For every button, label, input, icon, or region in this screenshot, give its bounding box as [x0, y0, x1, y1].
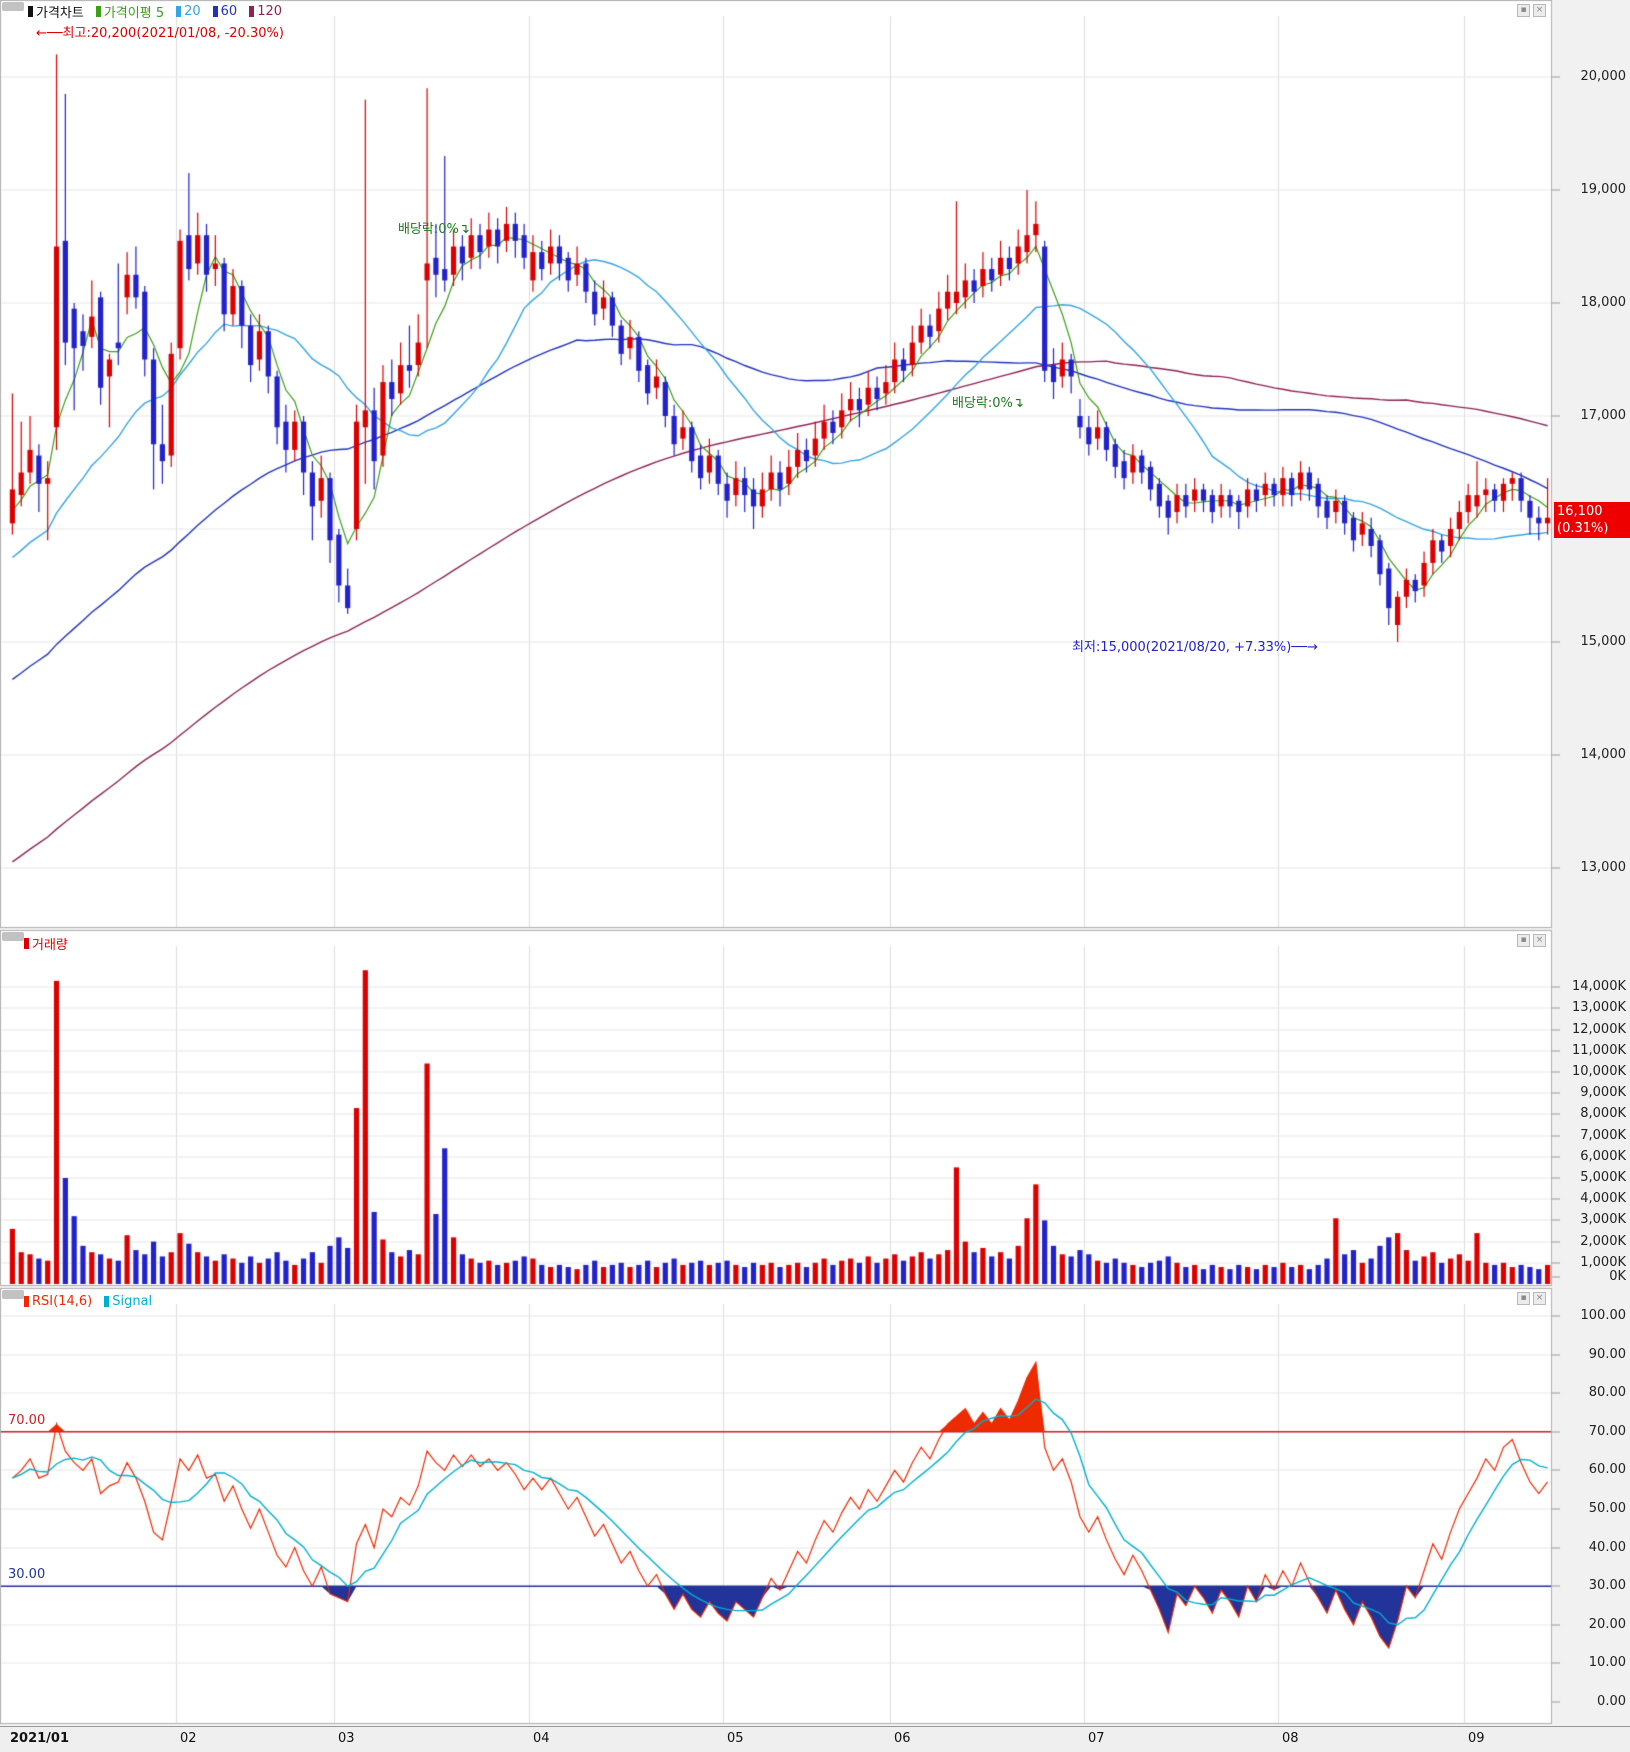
x-axis-label: 06	[894, 1731, 911, 1746]
ma60-label: 60	[220, 3, 238, 19]
rsi-marker	[24, 1295, 29, 1307]
rsi-legend: RSI(14,6) Signal	[24, 1293, 152, 1309]
x-axis-label: 08	[1282, 1731, 1299, 1746]
current-price-badge: 16,100 (0.31%)	[1554, 502, 1630, 538]
legend-signal[interactable]: Signal	[104, 1294, 152, 1309]
y-axis-label: 4,000K	[1580, 1191, 1626, 1207]
price-panel-close-icon[interactable]: ×	[1533, 4, 1546, 17]
x-axis-label: 07	[1088, 1731, 1105, 1746]
y-axis-label: 80.00	[1588, 1385, 1626, 1401]
x-axis-label: 03	[338, 1731, 355, 1746]
x-axis-label: 09	[1468, 1731, 1485, 1746]
y-axis-label: 17,000	[1580, 408, 1627, 423]
y-axis-label: 100.00	[1580, 1308, 1627, 1323]
volume-label: 거래량	[32, 937, 68, 953]
volume-panel-handle[interactable]	[2, 932, 24, 941]
x-axis-label: 04	[533, 1731, 550, 1746]
legend-rsi[interactable]: RSI(14,6)	[24, 1294, 92, 1309]
price-chart-marker	[28, 5, 33, 17]
ma5-marker	[95, 5, 101, 17]
current-price: 16,100	[1557, 504, 1603, 519]
y-axis-label: 60.00	[1588, 1462, 1626, 1478]
y-axis-label: 13,000	[1580, 860, 1627, 875]
y-axis-label: 30.00	[1588, 1578, 1626, 1594]
chart-window: 가격차트 가격이평 5 20 60 120 거래량 RSI(14,6) Sign…	[0, 0, 1630, 1752]
ma60-marker	[212, 5, 218, 17]
x-axis-label: 05	[727, 1731, 744, 1746]
high-annotation: ←──최고:20,200(2021/01/08, -20.30%)	[36, 26, 284, 41]
price-legend: 가격차트 가격이평 5 20 60 120	[28, 2, 282, 21]
low-annotation: 최저:15,000(2021/08/20, +7.33%)──→	[1072, 640, 1318, 655]
legend-price-chart[interactable]: 가격차트	[28, 2, 84, 21]
chart-canvas[interactable]	[0, 0, 1630, 1752]
rsi-panel-handle[interactable]	[2, 1290, 24, 1299]
rsi-label: RSI(14,6)	[32, 1293, 93, 1309]
y-axis-label: 90.00	[1588, 1346, 1626, 1362]
legend-ma60[interactable]: 60	[212, 3, 238, 19]
y-axis-label: 0K	[1609, 1269, 1626, 1284]
signal-marker	[104, 1295, 110, 1307]
rsi-upper-level-label: 70.00	[8, 1413, 46, 1428]
ma5-label: 가격이평 5	[103, 5, 165, 21]
current-change: (0.31%)	[1557, 521, 1609, 536]
ma20-marker	[176, 5, 182, 17]
signal-label: Signal	[112, 1293, 153, 1309]
y-axis-label: 11,000K	[1571, 1042, 1626, 1058]
y-axis-label: 14,000	[1580, 747, 1627, 762]
y-axis-label: 40.00	[1588, 1539, 1626, 1555]
legend-ma5[interactable]: 가격이평 5	[95, 2, 165, 21]
price-panel-handle[interactable]	[2, 2, 24, 11]
volume-marker	[24, 937, 29, 949]
y-axis-label: 19,000	[1580, 182, 1627, 197]
y-axis-label: 9,000K	[1580, 1085, 1626, 1101]
y-axis-label: 2,000K	[1580, 1233, 1626, 1249]
legend-volume[interactable]: 거래량	[24, 934, 68, 953]
x-axis-label: 02	[180, 1731, 197, 1746]
y-axis-label: 1,000K	[1580, 1254, 1626, 1270]
y-axis-label: 5,000K	[1580, 1170, 1626, 1185]
ex-dividend-annotation-2: 배당락:0%↴	[952, 396, 1024, 411]
y-axis-label: 70.00	[1588, 1423, 1626, 1439]
y-axis-label: 18,000	[1580, 295, 1627, 310]
ma20-label: 20	[184, 3, 201, 19]
legend-ma20[interactable]: 20	[176, 4, 201, 19]
price-panel-minimize-icon[interactable]: ▪	[1517, 4, 1530, 17]
y-axis-label: 50.00	[1588, 1501, 1626, 1516]
rsi-panel-close-icon[interactable]: ×	[1533, 1292, 1546, 1305]
price-chart-label: 가격차트	[36, 5, 84, 21]
y-axis-label: 6,000K	[1580, 1148, 1626, 1164]
y-axis-label: 12,000K	[1571, 1021, 1626, 1037]
y-axis-label: 20,000	[1580, 69, 1627, 84]
y-axis-label: 14,000K	[1571, 979, 1626, 995]
rsi-lower-level-label: 30.00	[8, 1567, 46, 1582]
ma120-label: 120	[257, 3, 283, 19]
legend-ma120[interactable]: 120	[249, 4, 282, 19]
y-axis-label: 13,000K	[1571, 1000, 1626, 1016]
rsi-panel-minimize-icon[interactable]: ▪	[1517, 1292, 1530, 1305]
y-axis-label: 3,000K	[1580, 1212, 1626, 1228]
y-axis-label: 20.00	[1588, 1616, 1626, 1632]
y-axis-label: 15,000	[1580, 634, 1627, 649]
volume-panel-close-icon[interactable]: ×	[1533, 934, 1546, 947]
volume-legend: 거래량	[24, 934, 68, 953]
y-axis-label: 10.00	[1588, 1655, 1626, 1671]
x-axis-label: 2021/01	[10, 1731, 70, 1746]
ma120-marker	[249, 5, 255, 17]
y-axis-label: 7,000K	[1580, 1127, 1626, 1143]
y-axis-label: 10,000K	[1571, 1064, 1626, 1079]
y-axis-label: 0.00	[1597, 1694, 1626, 1709]
y-axis-label: 8,000K	[1580, 1106, 1626, 1122]
volume-panel-minimize-icon[interactable]: ▪	[1517, 934, 1530, 947]
x-axis-strip	[0, 1726, 1630, 1752]
ex-dividend-annotation-1: 배당락:0%↴	[398, 222, 470, 237]
